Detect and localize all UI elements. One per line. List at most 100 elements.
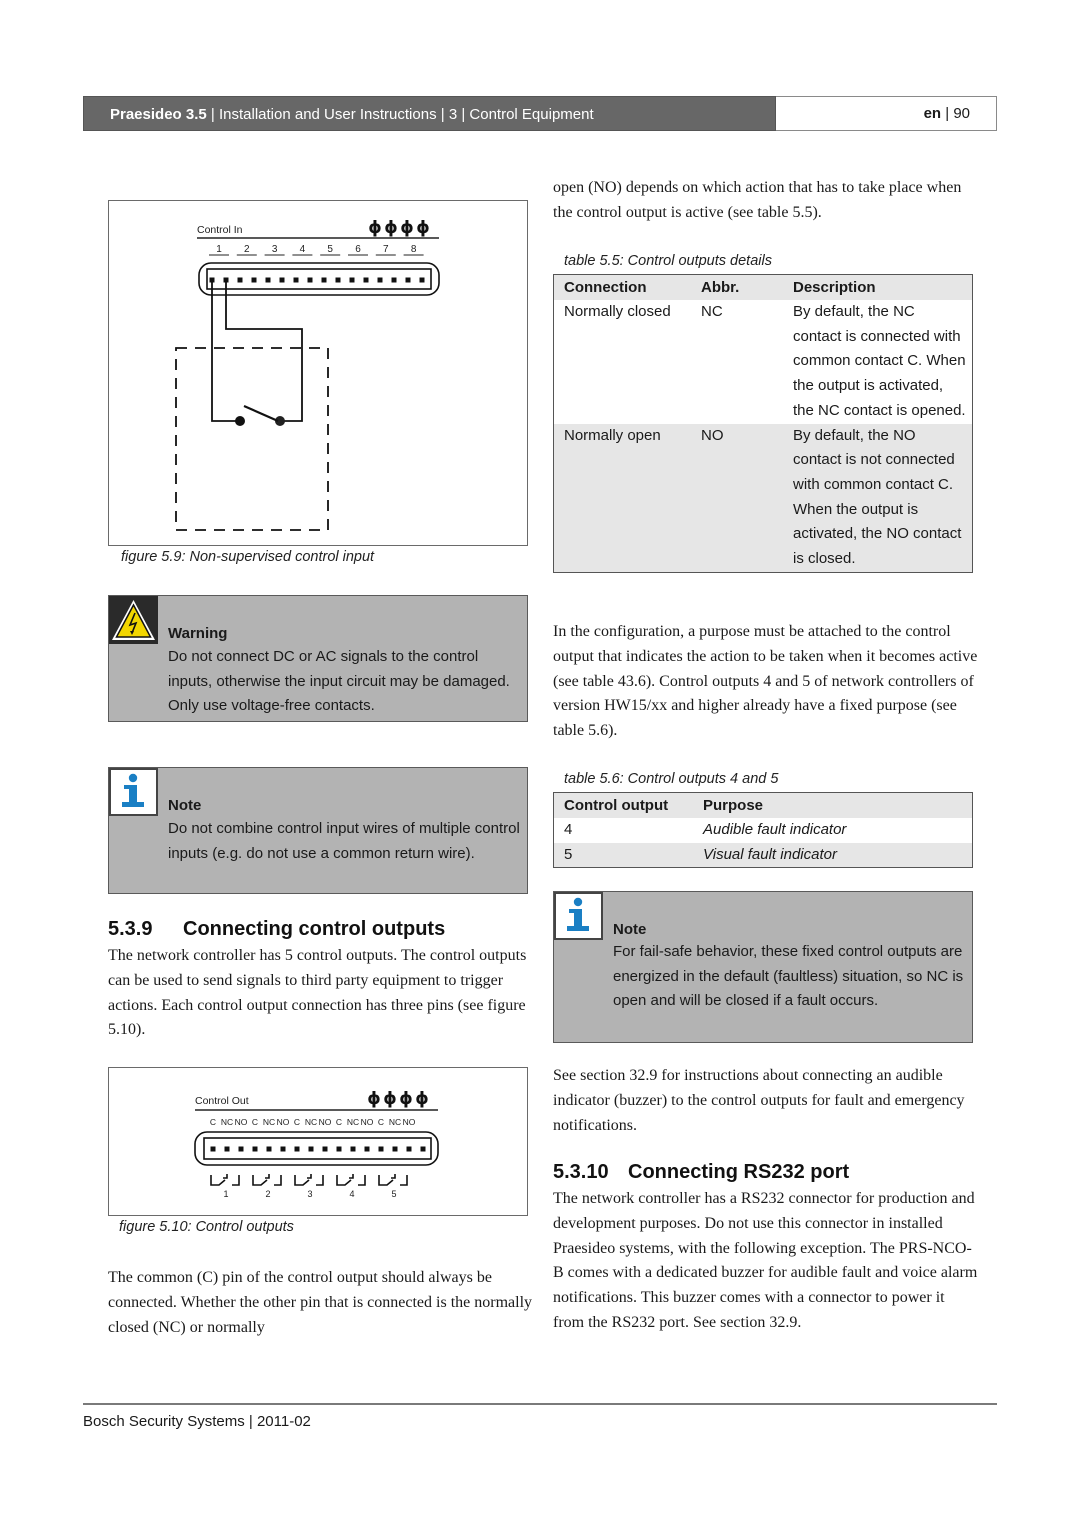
- connector-pin: [392, 1146, 398, 1152]
- relay-contact-symbol: [274, 1175, 282, 1186]
- note-callout: Note Do not combine control input wires …: [108, 767, 528, 894]
- footer-divider: [83, 1403, 997, 1405]
- section-title: Connecting control outputs: [183, 918, 446, 940]
- connector-pin: [294, 1146, 300, 1152]
- table-cell: Audible fault indicator: [703, 821, 847, 838]
- info-icon: [567, 897, 589, 931]
- connector-pin: [364, 1146, 370, 1152]
- connector-outline: [198, 262, 440, 296]
- pin-label: NO: [361, 1117, 374, 1127]
- connector-pin: [349, 277, 355, 283]
- warning-text: Do not connect DC or AC signals to the c…: [168, 648, 510, 715]
- relay-contact-symbol: [349, 1174, 354, 1179]
- section-heading-5-3-10: 5.3.10 Connecting RS232 port: [553, 1161, 849, 1184]
- section-number: 5.3.10: [553, 1161, 609, 1183]
- column-header: Abbr.: [691, 275, 783, 300]
- warning-title: Warning: [168, 625, 228, 642]
- connector-pins: [210, 1146, 426, 1152]
- connector-pin: [279, 277, 285, 283]
- header-separator: |: [457, 106, 470, 123]
- pin-number: 8: [411, 244, 417, 255]
- paragraph-configuration: In the configuration, a purpose must be …: [553, 623, 978, 740]
- ground-symbol-icon: ϕ: [368, 218, 382, 238]
- header-language: en: [923, 105, 942, 122]
- table-cell: 5: [564, 845, 573, 863]
- wire-pin-2: [225, 281, 303, 422]
- pin-label-row: C NC NO C NC NO C NC NO C NC NO C NC NO: [210, 1117, 416, 1127]
- connector-pin: [419, 277, 425, 283]
- column-header: Control output: [554, 793, 693, 818]
- section-body: The network controller has 5 control out…: [108, 947, 527, 1039]
- connector-pin: [322, 1146, 328, 1152]
- table-caption: table 5.5: Control outputs details: [564, 253, 772, 269]
- relay-symbols: [210, 1174, 408, 1186]
- figure-control-outputs: Control Out ϕϕϕϕ C NC NO C NC NO C NC NO C NC NO C NC…: [108, 1067, 528, 1216]
- table-cell: By default, the NO contact is not connec…: [793, 426, 962, 568]
- table-row: Normally open NO By default, the NO cont…: [554, 423, 972, 572]
- ground-symbol-icon: ϕ: [383, 1089, 397, 1109]
- table-header-row: Connection Abbr. Description: [554, 275, 972, 300]
- connector-outline: [194, 1131, 439, 1166]
- ground-symbol-icon: ϕ: [367, 1089, 381, 1109]
- relay-contact-symbol: [391, 1174, 396, 1179]
- table-cell: Visual fault indicator: [703, 845, 837, 863]
- relay-contact-symbol: [400, 1175, 408, 1186]
- column-header: Purpose: [693, 793, 972, 818]
- column-header: Connection: [554, 275, 691, 300]
- relay-contact-symbol: [210, 1175, 226, 1186]
- pin-label: NC: [221, 1117, 233, 1127]
- relay-contact-symbol: [265, 1174, 270, 1179]
- relay-contact-symbol: [316, 1175, 324, 1186]
- output-number: 1: [223, 1189, 228, 1199]
- pin-number: 2: [244, 244, 250, 255]
- output-number-row: 1 2 3 4 5: [223, 1189, 396, 1199]
- output-number: 3: [307, 1189, 312, 1199]
- figure-caption: figure 5.10: Control outputs: [119, 1219, 294, 1235]
- pin-label: NC: [263, 1117, 275, 1127]
- relay-contact-symbol: [232, 1175, 240, 1186]
- note-text: For fail-safe behavior, these fixed cont…: [613, 943, 964, 1010]
- output-number: 4: [349, 1189, 354, 1199]
- info-icon-cell: [109, 768, 158, 816]
- ground-symbols: ϕϕϕϕ: [368, 218, 430, 238]
- pin-number: 5: [327, 244, 333, 255]
- figure-caption: figure 5.9: Non-supervised control input: [121, 549, 375, 565]
- connector-pin: [266, 1146, 272, 1152]
- connector-pin: [405, 277, 411, 283]
- pin-label: C: [252, 1117, 258, 1127]
- control-in-label: Control In: [197, 224, 243, 236]
- table-control-outputs-4-and-5: Control output Purpose 4 Audible fault i…: [553, 792, 973, 869]
- output-number: 2: [265, 1189, 270, 1199]
- relay-contact-symbol: [252, 1175, 268, 1186]
- note-title: Note: [613, 921, 647, 938]
- column-header: Description: [783, 275, 972, 300]
- note-title: Note: [168, 797, 202, 814]
- pin-label: NC: [305, 1117, 317, 1127]
- table-control-outputs-details: Connection Abbr. Description Normally cl…: [553, 274, 973, 573]
- control-input-diagram: Control In ϕϕϕϕ 12345678: [175, 218, 440, 531]
- pin-number-row: 1 2 3 4 5 6 7 8: [209, 244, 424, 256]
- header-separator: |: [436, 106, 449, 123]
- connector-pin: [336, 1146, 342, 1152]
- footer-company: Bosch Security Systems: [83, 1413, 245, 1430]
- header-page-box: en | 90: [776, 96, 997, 131]
- table-cell: NO: [701, 426, 724, 444]
- relay-contact-symbol: [223, 1174, 228, 1179]
- connector-pin: [308, 1146, 314, 1152]
- note-callout: Note For fail-safe behavior, these fixed…: [553, 891, 973, 1043]
- header-product: Praesideo 3.5: [110, 106, 207, 123]
- connector-pin: [251, 277, 257, 283]
- table-row: 5 Visual fault indicator: [554, 842, 972, 868]
- ground-symbols: ϕϕϕϕ: [367, 1089, 429, 1109]
- connector-pin: [378, 1146, 384, 1152]
- pin-label: NC: [389, 1117, 401, 1127]
- pin-number: 1: [216, 244, 222, 255]
- connector-pin: [406, 1146, 412, 1152]
- ground-symbol-icon: ϕ: [415, 1089, 429, 1109]
- switch-lever: [243, 404, 279, 423]
- header-separator: |: [206, 106, 219, 123]
- connector-pin: [363, 277, 369, 283]
- pin-label: NO: [403, 1117, 416, 1127]
- control-out-label: Control Out: [195, 1095, 249, 1107]
- section-number: 5.3.9: [108, 918, 153, 940]
